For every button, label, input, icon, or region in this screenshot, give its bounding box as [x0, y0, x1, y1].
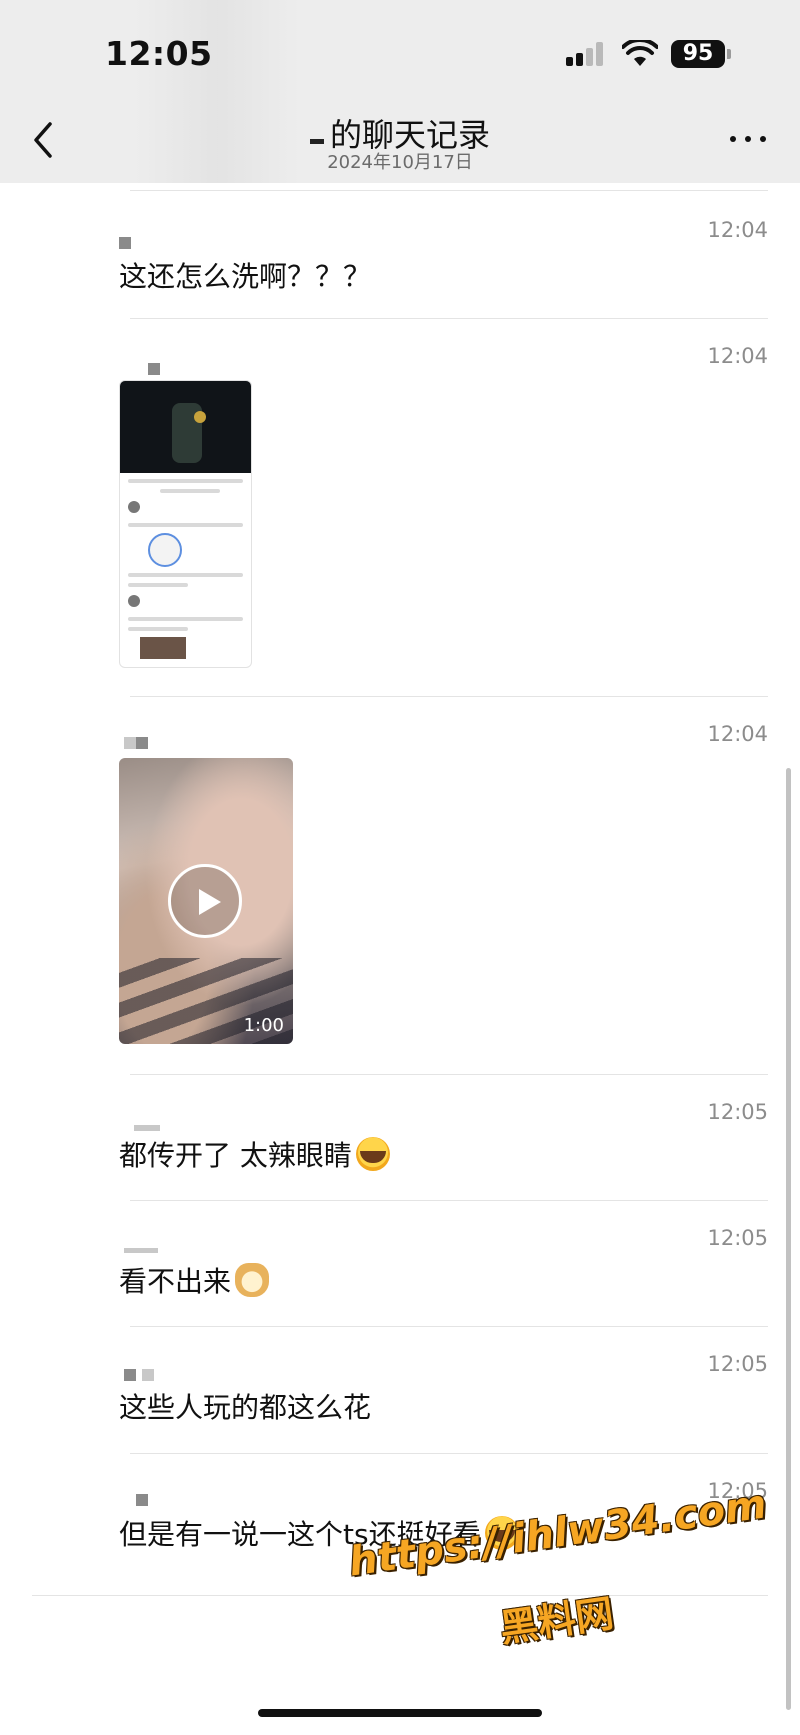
message-text-content: 都传开了 太辣眼睛 [119, 1139, 352, 1172]
redacted-sender [124, 734, 154, 749]
message-item[interactable]: 12:05 这些人玩的都这么花 [0, 1326, 800, 1453]
doge-emoji-icon [235, 1263, 270, 1297]
message-time: 12:05 [707, 1226, 768, 1250]
play-button[interactable] [168, 864, 242, 938]
message-item[interactable]: 12:04 这还怎么洗啊？？？ [0, 190, 800, 318]
shared-screenshot-image[interactable] [119, 380, 252, 668]
message-time: 12:05 [707, 1352, 768, 1376]
message-time: 12:05 [707, 1100, 768, 1124]
header-bar: 12:05 95 的聊天记录 2024年10月17日 [0, 0, 800, 183]
battery-indicator: 95 [671, 40, 725, 68]
message-time: 12:04 [707, 218, 768, 242]
message-time: 12:04 [707, 722, 768, 746]
message-text-content: 看不出来 [119, 1265, 232, 1298]
redacted-sender [136, 1491, 154, 1506]
video-duration: 1:00 [243, 1015, 284, 1036]
page-subtitle-date: 2024年10月17日 [327, 152, 473, 173]
home-indicator[interactable] [258, 1709, 542, 1717]
message-item[interactable]: 12:05 看不出来 [0, 1200, 800, 1326]
message-text: 看不出来 [119, 1260, 270, 1300]
scrollbar-thumb[interactable] [786, 768, 791, 1710]
wifi-icon [622, 40, 658, 66]
message-divider [32, 1595, 768, 1596]
message-text: 这些人玩的都这么花 [119, 1391, 372, 1424]
message-text: 都传开了 太辣眼睛 [119, 1134, 390, 1174]
more-options-button[interactable] [728, 124, 768, 154]
redacted-sender [124, 1238, 164, 1253]
redacted-sender [134, 1116, 166, 1131]
cellular-signal-icon [566, 42, 608, 66]
status-time: 12:05 [105, 34, 213, 73]
redacted-sender [124, 1366, 160, 1381]
laughing-crying-emoji-icon [355, 1137, 390, 1171]
redacted-sender [148, 360, 166, 375]
redacted-name [309, 139, 324, 144]
message-item[interactable]: 12:04 1:00 [0, 696, 800, 1074]
thumb-video-frame [120, 381, 251, 473]
message-item[interactable]: 12:05 都传开了 太辣眼睛 [0, 1074, 800, 1200]
redacted-sender [119, 234, 137, 249]
message-time: 12:04 [707, 344, 768, 368]
video-message[interactable]: 1:00 [119, 758, 293, 1044]
message-item[interactable]: 12:04 [0, 318, 800, 696]
message-text: 这还怎么洗啊？？？ [119, 260, 372, 293]
battery-tip [727, 49, 731, 59]
